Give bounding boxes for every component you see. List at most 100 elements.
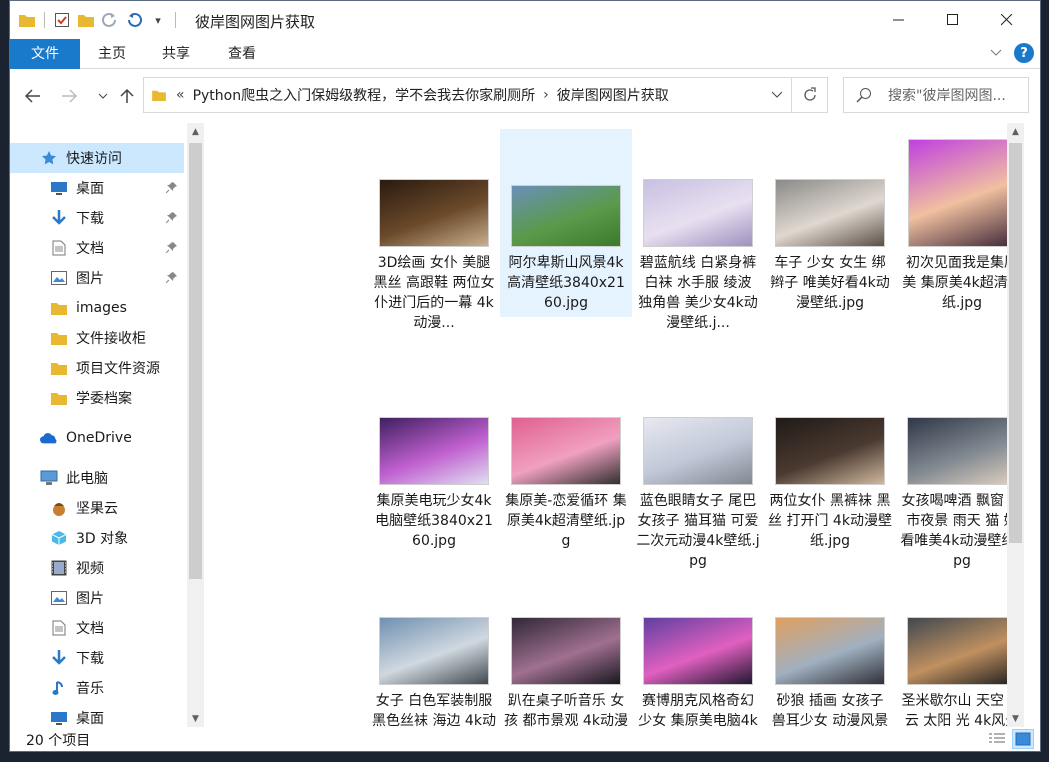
video-icon [50, 559, 68, 577]
pin-icon[interactable] [165, 181, 178, 197]
download-icon [50, 209, 68, 227]
file-item[interactable]: 蓝色眼睛女子 尾巴 女孩子 猫耳猫 可爱二次元动漫4k壁纸.jpg [632, 367, 764, 569]
scrollbar-thumb[interactable] [1009, 143, 1022, 543]
close-button[interactable] [984, 1, 1030, 39]
minimize-button[interactable] [876, 1, 922, 39]
breadcrumb-item[interactable]: Python爬虫之入门保姆级教程，学不会我去你家刷厕所 [193, 85, 536, 105]
pin-icon[interactable] [165, 241, 178, 257]
folder-icon [18, 11, 36, 29]
thumbnail-frame [764, 367, 896, 485]
nav-item-images[interactable]: images [10, 293, 184, 323]
refresh-button[interactable] [792, 77, 828, 113]
file-name: 3D绘画 女仆 美腿 黑丝 高跟鞋 两位女仆进门后的一幕 4k动漫... [373, 255, 495, 331]
details-view-button[interactable] [986, 729, 1008, 749]
nav-item-desktop[interactable]: 桌面 [10, 173, 184, 203]
up-button[interactable] [114, 83, 140, 109]
thumbnail-frame [896, 367, 1024, 485]
scrollbar-thumb[interactable] [189, 143, 202, 579]
pin-icon[interactable] [165, 211, 178, 227]
recent-locations-chevron-icon[interactable] [90, 83, 116, 109]
forward-button[interactable] [56, 83, 82, 109]
nav-item-pc-downloads[interactable]: 下载 [10, 643, 184, 673]
nav-item-music[interactable]: 音乐 [10, 673, 184, 703]
image-thumbnail [775, 179, 885, 247]
file-item[interactable]: 赛博朋克风格奇幻少女 集原美电脑4k壁纸 [632, 567, 764, 727]
expand-ribbon-chevron-icon[interactable] [990, 45, 1002, 61]
file-item[interactable]: 两位女仆 黑裤袜 黑丝 打开门 4k动漫壁纸.jpg [764, 367, 896, 555]
toolbar-divider [175, 12, 176, 28]
tab-home[interactable]: 主页 [86, 39, 138, 69]
image-thumbnail [907, 417, 1017, 485]
maximize-button[interactable] [930, 1, 976, 39]
file-item[interactable]: 女孩喝啤酒 飘窗 城市夜景 雨天 猫 好看唯美4k动漫壁纸.jpg [896, 367, 1024, 569]
nav-item-downloads[interactable]: 下载 [10, 203, 184, 233]
breadcrumb-overflow[interactable]: « [176, 87, 185, 103]
ribbon-right-controls: ? [990, 43, 1034, 63]
qat-customize-dropdown[interactable]: ▾ [149, 11, 167, 29]
back-button[interactable] [20, 83, 46, 109]
scroll-up-arrow-icon[interactable]: ▲ [1007, 123, 1024, 140]
file-item[interactable]: 圣米歇尔山 天空 乌云 太阳 光 4k风景壁纸 [896, 567, 1024, 727]
image-thumbnail [775, 417, 885, 485]
nav-pane-scrollbar[interactable]: ▲ ▼ [187, 123, 204, 727]
file-name: 女孩喝啤酒 飘窗 城市夜景 雨天 猫 好看唯美4k动漫壁纸.jpg [900, 493, 1024, 569]
nav-item-label: 项目文件资源 [76, 361, 160, 377]
breadcrumb-separator[interactable]: › [543, 87, 549, 103]
file-item[interactable]: 车子 少女 女生 绑辫子 唯美好看4k动漫壁纸.jpg [764, 129, 896, 317]
file-item[interactable]: 集原美-恋爱循环 集原美4k超清壁纸.jpg [500, 367, 632, 555]
nav-item-project-resources[interactable]: 项目文件资源 [10, 353, 184, 383]
folder-icon [50, 329, 68, 347]
scroll-up-arrow-icon[interactable]: ▲ [187, 123, 204, 140]
thumbnail-frame [632, 129, 764, 247]
nav-item-file-receiver[interactable]: 文件接收柜 [10, 323, 184, 353]
file-item[interactable]: 阿尔卑斯山风景4k高清壁纸3840x2160.jpg [500, 129, 632, 317]
pin-icon[interactable] [165, 271, 178, 287]
address-bar[interactable]: « Python爬虫之入门保姆级教程，学不会我去你家刷厕所 › 彼岸图网图片获取 [143, 77, 792, 113]
nav-item-jianguoyun[interactable]: 坚果云 [10, 493, 184, 523]
large-icons-view-button[interactable] [1012, 729, 1034, 749]
nav-item-videos[interactable]: 视频 [10, 553, 184, 583]
scroll-down-arrow-icon[interactable]: ▼ [187, 710, 204, 727]
file-item[interactable]: 3D绘画 女仆 美腿 黑丝 高跟鞋 两位女仆进门后的一幕 4k动漫... [368, 129, 500, 331]
nav-item-quick-access[interactable]: 快速访问 [10, 143, 184, 173]
star-icon [40, 149, 58, 167]
nav-item-pictures[interactable]: 图片 [10, 263, 184, 293]
cube-icon [50, 529, 68, 547]
nav-item-this-pc[interactable]: 此电脑 [10, 463, 184, 493]
file-item[interactable]: 初次见面我是集原美 集原美4k超清壁纸.jpg [896, 129, 1024, 317]
nav-item-label: 文件接收柜 [76, 331, 146, 347]
nav-item-label: 3D 对象 [76, 531, 129, 547]
nav-item-documents[interactable]: 文档 [10, 233, 184, 263]
file-item[interactable]: 女子 白色军装制服 黑色丝袜 海边 4k动漫壁纸.jpg [368, 567, 500, 727]
nav-item-onedrive[interactable]: OneDrive [10, 423, 184, 453]
nav-item-pc-documents[interactable]: 文档 [10, 613, 184, 643]
file-name: 女子 白色军装制服 黑色丝袜 海边 4k动漫壁纸.jpg [372, 693, 496, 727]
image-thumbnail [643, 417, 753, 485]
nav-item-3d-objects[interactable]: 3D 对象 [10, 523, 184, 553]
tab-share[interactable]: 共享 [150, 39, 202, 69]
search-box[interactable]: 搜索"彼岸图网图... [843, 77, 1029, 113]
folder-icon [50, 299, 68, 317]
new-folder-icon[interactable] [77, 11, 95, 29]
file-item[interactable]: 碧蓝航线 白紧身裤 白袜 水手服 绫波 独角兽 美少女4k动漫壁纸.j... [632, 129, 764, 331]
help-button[interactable]: ? [1014, 43, 1034, 63]
nav-item-pc-pictures[interactable]: 图片 [10, 583, 184, 613]
nav-item-label: 视频 [76, 561, 104, 577]
file-name: 两位女仆 黑裤袜 黑丝 打开门 4k动漫壁纸.jpg [768, 493, 892, 549]
window-title: 彼岸图网图片获取 [195, 13, 316, 31]
nav-item-archive[interactable]: 学委档案 [10, 383, 184, 413]
nav-item-label: 图片 [76, 591, 104, 607]
file-item[interactable]: 砂狼 插画 女孩子 兽耳少女 动漫风景4k壁纸.jpg [764, 567, 896, 727]
nav-item-pc-desktop[interactable]: 桌面 [10, 703, 184, 727]
search-input[interactable]: 搜索"彼岸图网图... [888, 85, 1006, 105]
file-item[interactable]: 集原美电玩少女4k电脑壁纸3840x2160.jpg [368, 367, 500, 555]
file-item[interactable]: 趴在桌子听音乐 女孩 都市景观 4k动漫美女壁纸 [500, 567, 632, 727]
scroll-down-arrow-icon[interactable]: ▼ [1007, 710, 1024, 727]
breadcrumb-item[interactable]: 彼岸图网图片获取 [557, 85, 669, 105]
content-scrollbar[interactable]: ▲ ▼ [1007, 123, 1024, 727]
tab-view[interactable]: 查看 [216, 39, 268, 69]
address-dropdown-chevron-icon[interactable] [771, 87, 783, 103]
redo-icon[interactable] [101, 11, 119, 29]
properties-icon[interactable] [53, 11, 71, 29]
undo-icon[interactable] [125, 11, 143, 29]
